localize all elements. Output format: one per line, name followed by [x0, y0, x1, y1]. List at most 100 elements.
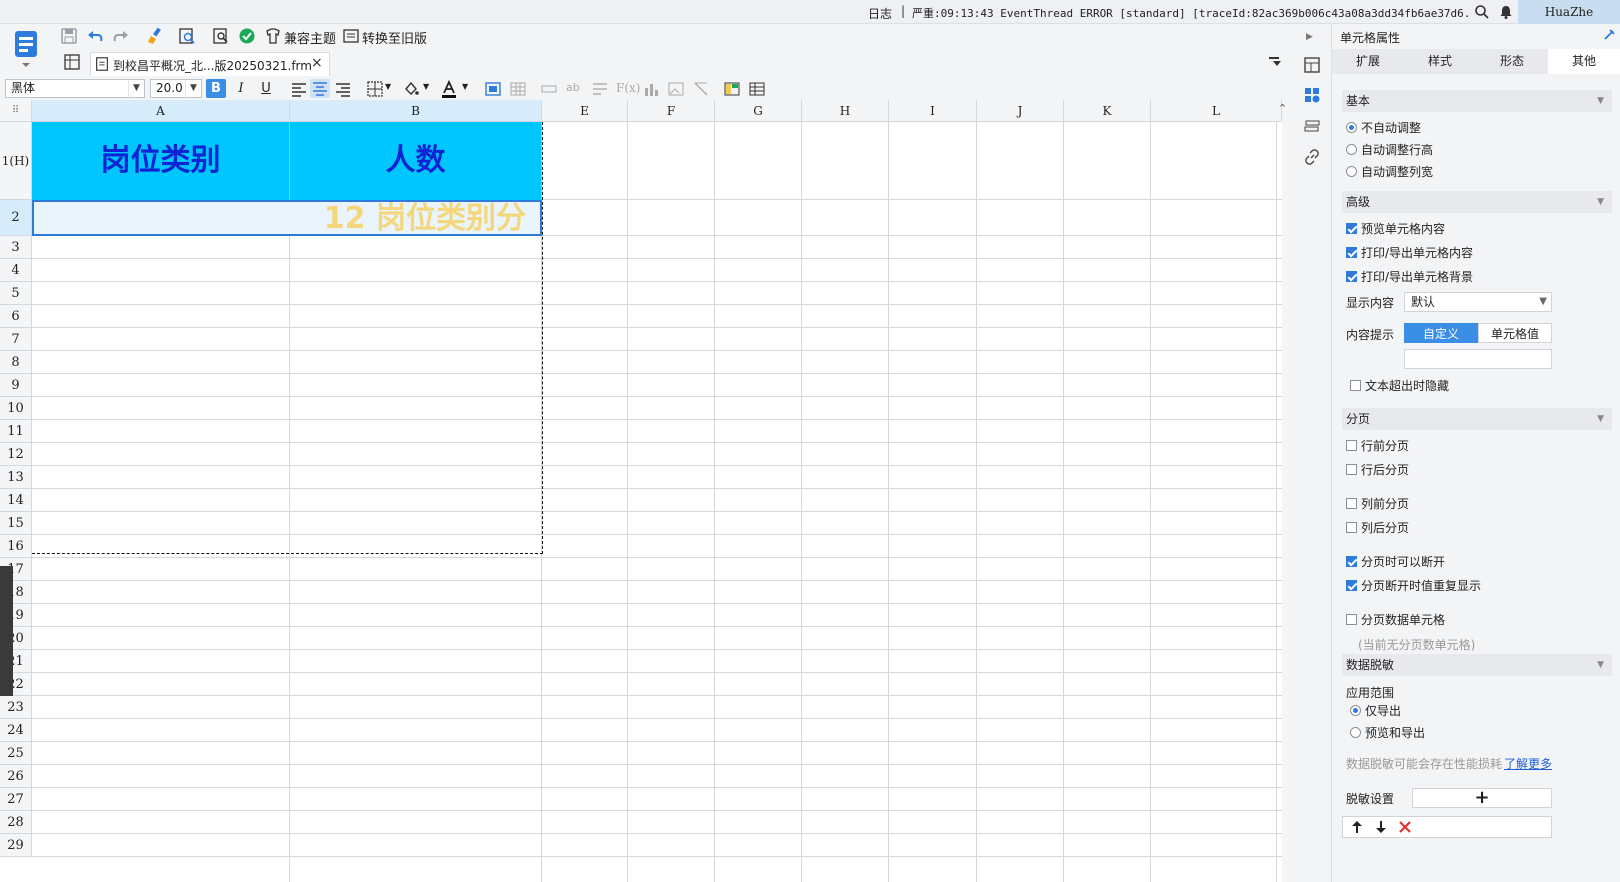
underline-button[interactable]: U: [256, 79, 276, 98]
radio-no-auto[interactable]: 不自动调整: [1346, 120, 1421, 136]
hyperlink-icon[interactable]: [1303, 148, 1321, 166]
learn-more-link[interactable]: 了解更多: [1504, 755, 1552, 772]
expand-arrow-icon[interactable]: ▶: [1306, 32, 1313, 42]
drag-handle[interactable]: [0, 566, 13, 696]
selected-cell-a2[interactable]: 12 岗位类别分: [32, 200, 542, 236]
row-header[interactable]: 28: [0, 811, 32, 834]
table-grid-icon[interactable]: [509, 80, 527, 98]
row-header[interactable]: 1(H): [0, 122, 32, 200]
search-replace-icon[interactable]: [212, 27, 230, 45]
align-right-icon[interactable]: [334, 80, 352, 98]
column-header-l[interactable]: L: [1151, 100, 1282, 122]
border-icon[interactable]: [366, 80, 384, 98]
column-header-k[interactable]: K: [1064, 100, 1151, 122]
column-header-a[interactable]: A: [32, 100, 290, 122]
row-header[interactable]: 10: [0, 397, 32, 420]
radio-preview-export[interactable]: 预览和导出: [1350, 725, 1425, 741]
undo-icon[interactable]: [86, 27, 104, 45]
cell-image-icon[interactable]: [484, 80, 502, 98]
collapse-toolbar-icon[interactable]: [1266, 53, 1284, 71]
wrap-text-icon[interactable]: [591, 80, 609, 98]
row-header[interactable]: 7: [0, 328, 32, 351]
condition-attr-icon[interactable]: [1303, 118, 1321, 136]
tip-custom-button[interactable]: 自定义: [1404, 323, 1478, 343]
formula-icon[interactable]: F(x): [616, 81, 640, 95]
row-header[interactable]: 5: [0, 282, 32, 305]
font-size-select[interactable]: 20.0 ▼: [150, 79, 202, 98]
cell-element-icon[interactable]: [1303, 56, 1321, 74]
row-header[interactable]: 29: [0, 834, 32, 857]
checkbox-paging-data-cell[interactable]: 分页数据单元格: [1346, 612, 1445, 628]
row-header[interactable]: 16: [0, 535, 32, 558]
checkbox-print-background[interactable]: 打印/导出单元格背景: [1346, 269, 1473, 285]
app-logo-icon[interactable]: [8, 28, 44, 72]
select-all-corner[interactable]: ⠿: [0, 100, 32, 122]
checkbox-print-content[interactable]: 打印/导出单元格内容: [1346, 245, 1473, 261]
theme-icon[interactable]: [264, 27, 282, 45]
bold-button[interactable]: B: [206, 79, 226, 98]
font-color-icon[interactable]: [440, 80, 458, 98]
column-header-f[interactable]: F: [628, 100, 715, 122]
merge-cells-icon[interactable]: [540, 80, 558, 98]
column-header-b[interactable]: B: [290, 100, 542, 122]
row-header[interactable]: 25: [0, 742, 32, 765]
row-header[interactable]: 11: [0, 420, 32, 443]
format-painter-icon[interactable]: [146, 27, 164, 45]
tip-custom-input[interactable]: [1404, 349, 1552, 369]
italic-button[interactable]: I: [231, 79, 251, 98]
row-header[interactable]: 14: [0, 489, 32, 512]
checkbox-col-after[interactable]: 列后分页: [1346, 520, 1409, 536]
arrow-up-icon[interactable]: [1349, 819, 1365, 835]
column-header-h[interactable]: H: [802, 100, 889, 122]
row-header[interactable]: 24: [0, 719, 32, 742]
row-header[interactable]: 27: [0, 788, 32, 811]
header-cell-a1[interactable]: 岗位类别: [32, 122, 290, 200]
section-desensitize[interactable]: 数据脱敏 ▼: [1342, 654, 1612, 676]
close-tab-icon[interactable]: ×: [311, 55, 323, 71]
save-icon[interactable]: [60, 27, 78, 45]
redo-icon[interactable]: [112, 27, 130, 45]
tab-form[interactable]: 形态: [1476, 49, 1548, 74]
checkbox-breakable[interactable]: 分页时可以断开: [1346, 554, 1445, 570]
pin-icon[interactable]: [1602, 28, 1616, 42]
column-header-j[interactable]: J: [977, 100, 1064, 122]
slash-cell-icon[interactable]: [692, 80, 710, 98]
image-icon[interactable]: [667, 80, 685, 98]
row-header[interactable]: 15: [0, 512, 32, 535]
arrow-down-icon[interactable]: [1373, 819, 1389, 835]
spreadsheet-area[interactable]: ⠿ A B E F G H I J K L 1(H) 2 3 4 5 6 7 8…: [0, 100, 1292, 882]
row-header[interactable]: 4: [0, 259, 32, 282]
fill-color-icon[interactable]: [402, 80, 420, 98]
text-icon[interactable]: ab: [566, 81, 580, 94]
checkbox-row-before[interactable]: 行前分页: [1346, 438, 1409, 454]
scroll-up-icon[interactable]: ⌃: [1278, 102, 1287, 115]
radio-auto-row-height[interactable]: 自动调整行高: [1346, 142, 1433, 158]
header-cell-b1[interactable]: 人数: [290, 122, 542, 200]
chevron-down-icon[interactable]: ▼: [385, 82, 391, 91]
grid-view-icon[interactable]: [63, 53, 81, 71]
column-header-i[interactable]: I: [889, 100, 977, 122]
user-name[interactable]: HuaZhe: [1518, 0, 1620, 24]
check-circle-icon[interactable]: [238, 27, 256, 45]
compat-theme-button[interactable]: 兼容主题: [284, 28, 336, 47]
align-left-icon[interactable]: [290, 80, 308, 98]
tab-expand[interactable]: 扩展: [1332, 49, 1404, 74]
sheet-layout-icon[interactable]: [748, 80, 766, 98]
checkbox-preview-content[interactable]: 预览单元格内容: [1346, 221, 1445, 237]
add-desensitize-button[interactable]: +: [1412, 788, 1552, 808]
font-family-select[interactable]: 黑体 ▼: [5, 79, 145, 98]
bell-icon[interactable]: [1498, 4, 1514, 20]
log-button[interactable]: 日志: [868, 5, 892, 22]
row-header[interactable]: 8: [0, 351, 32, 374]
checkbox-hide-overflow[interactable]: 文本超出时隐藏: [1350, 378, 1449, 394]
delete-icon[interactable]: [1397, 819, 1413, 835]
tab-style[interactable]: 样式: [1404, 49, 1476, 74]
row-header[interactable]: 3: [0, 236, 32, 259]
column-header-e[interactable]: E: [542, 100, 628, 122]
tab-other[interactable]: 其他: [1548, 49, 1620, 74]
checkbox-col-before[interactable]: 列前分页: [1346, 496, 1409, 512]
section-advanced[interactable]: 高级 ▼: [1342, 191, 1612, 213]
chevron-down-icon[interactable]: ▼: [423, 82, 429, 91]
display-content-select[interactable]: 默认 ▼: [1404, 292, 1552, 312]
row-header[interactable]: 6: [0, 305, 32, 328]
